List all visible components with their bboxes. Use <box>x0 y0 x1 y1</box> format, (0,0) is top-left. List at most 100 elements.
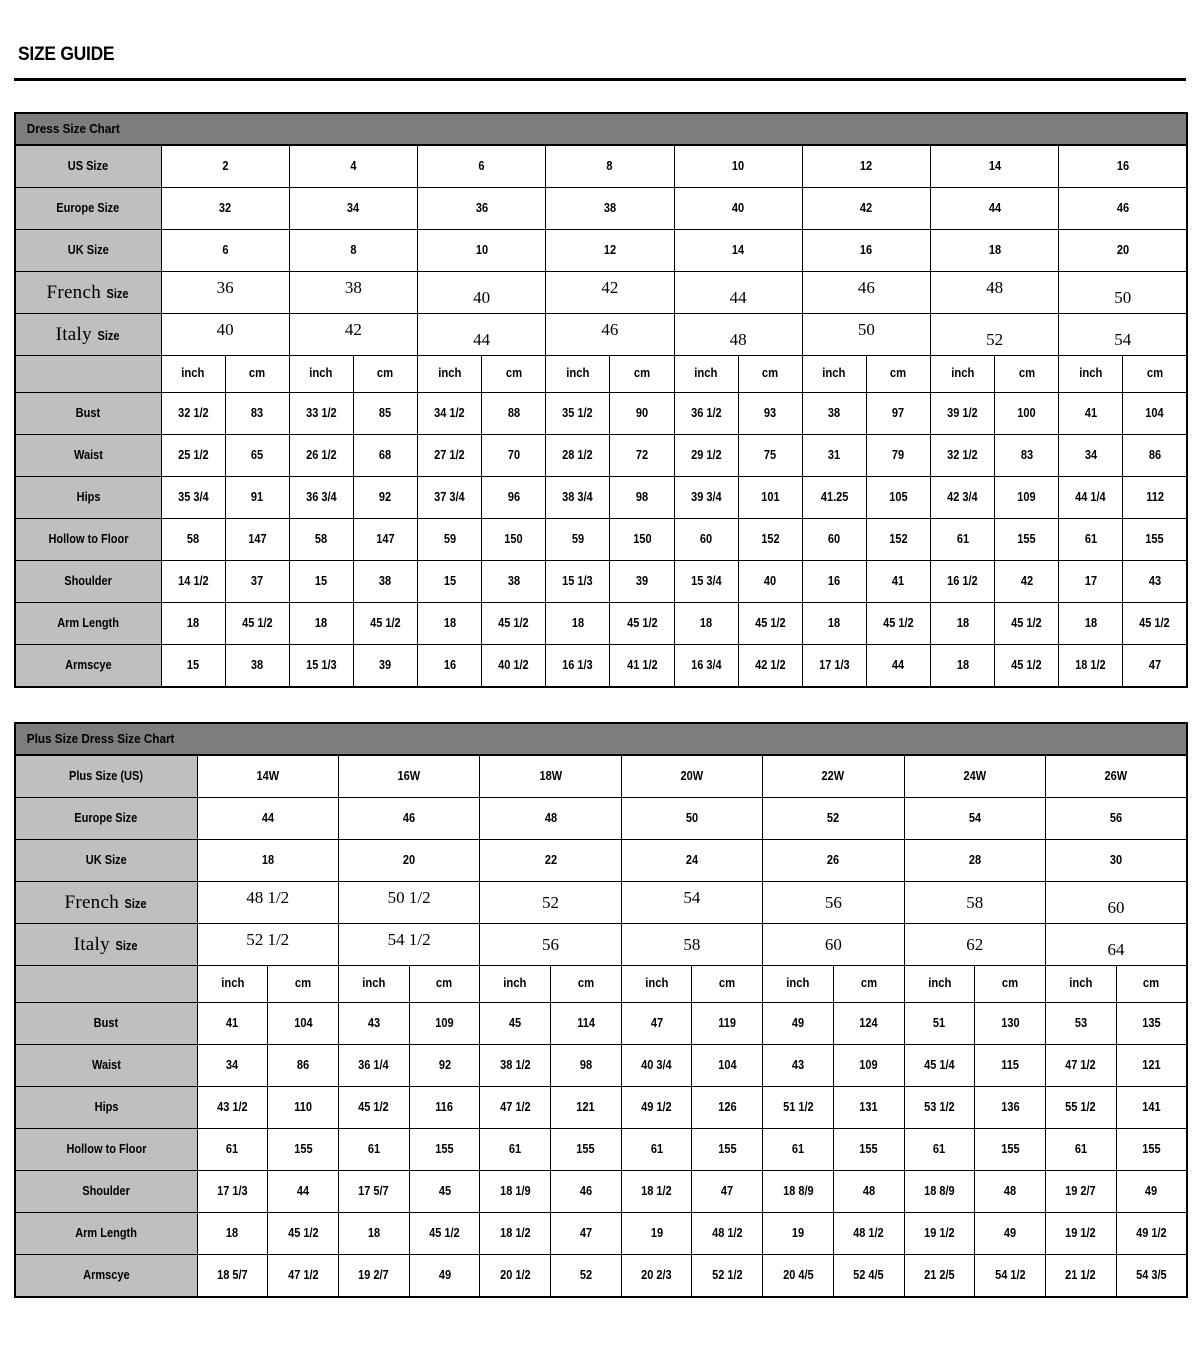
measurement-cell: 33 1/2 <box>288 392 354 435</box>
measurement-cell: 92 <box>352 476 419 519</box>
size-cell-value: 42 <box>344 319 362 339</box>
measurement-cell: 155 <box>267 1128 339 1171</box>
measurement-cell: 86 <box>1122 434 1188 477</box>
size-cell: 46 <box>337 797 481 840</box>
row-label: Europe Size <box>14 187 162 230</box>
measurement-value: 44 <box>296 1183 310 1198</box>
measurement-cell: 37 3/4 <box>416 476 483 519</box>
size-cell-value: 14 <box>988 158 1001 173</box>
measurement-value: 45 1/2 <box>287 1225 319 1240</box>
measurement-value: 83 <box>1020 447 1033 462</box>
measurement-value: 55 1/2 <box>1065 1099 1097 1114</box>
measurement-cell: 135 <box>1115 1002 1188 1045</box>
measurement-value: 155 <box>1000 1141 1020 1156</box>
size-cell-value: 26W <box>1104 768 1128 783</box>
measurement-value: 90 <box>635 405 649 420</box>
measurement-cell: 141 <box>1115 1086 1188 1129</box>
measurement-cell: 49 1/2 <box>1115 1212 1188 1255</box>
measurement-cell: 41 <box>865 560 932 603</box>
measurement-cell: 42 1/2 <box>737 644 803 688</box>
size-cell-value: 34 <box>347 200 360 215</box>
size-cell-value: 22W <box>822 768 845 783</box>
measurement-cell: 16 1/3 <box>545 644 611 688</box>
unit-header-cell: cm <box>865 355 932 393</box>
measurement-cell: 34 <box>1058 434 1124 477</box>
measurement-value: 18 5/7 <box>217 1267 248 1282</box>
measurement-value: 155 <box>718 1141 737 1156</box>
size-cell: 56 <box>479 923 622 966</box>
measurement-value: 36 1/2 <box>690 405 722 420</box>
measurement-value: 40 3/4 <box>641 1057 672 1072</box>
size-cell-value: 54 1/2 <box>387 929 431 949</box>
measurement-cell: 72 <box>609 434 675 477</box>
size-cell: 26 <box>762 839 905 882</box>
measurement-value: 97 <box>892 405 905 420</box>
size-cell: 6 <box>160 229 290 272</box>
measurement-cell: 45 1/2 <box>337 1086 410 1129</box>
unit-header-cell: inch <box>1058 355 1124 393</box>
measurement-value: 18 1/2 <box>1075 657 1107 672</box>
size-cell: 26W <box>1044 754 1188 798</box>
row-label-text: Hollow to Floor <box>48 531 129 546</box>
row-label-text: US Size <box>68 158 109 173</box>
measurement-value: 26 1/2 <box>306 447 337 462</box>
measurement-cell: 14 1/2 <box>160 560 226 603</box>
measurement-value: 45 1/2 <box>754 615 786 630</box>
measurement-value: 34 <box>1084 447 1097 462</box>
measurement-value: 43 <box>791 1057 805 1072</box>
measurement-value: 79 <box>892 447 905 462</box>
size-cell-value: 60 <box>1107 897 1125 917</box>
measurement-cell: 45 1/2 <box>224 602 290 645</box>
measurement-cell: 155 <box>974 1128 1046 1171</box>
row-label-text: Shoulder <box>82 1183 131 1198</box>
size-cell: 60 <box>762 923 905 966</box>
measurement-value: 44 <box>892 657 905 672</box>
measurement-value: 45 1/2 <box>883 615 914 630</box>
size-cell-value: 20W <box>680 768 704 783</box>
measurement-cell: 70 <box>481 434 547 477</box>
measurement-value: 70 <box>507 447 520 462</box>
measurement-value: 16 3/4 <box>690 657 722 672</box>
measurement-value: 51 1/2 <box>782 1099 814 1114</box>
measurement-value: 38 <box>251 657 264 672</box>
measurement-cell: 41.25 <box>801 476 867 519</box>
measurement-cell: 16 1/2 <box>929 560 996 603</box>
table-row: Arm Length 18 45 1/2 18 45 1/2 18 45 1/2 18 45 1… <box>14 602 1188 645</box>
unit-header-cell: inch <box>1044 965 1117 1003</box>
size-cell-value: 14 <box>732 242 745 257</box>
measurement-cell: 100 <box>994 392 1060 435</box>
measurement-cell: 59 <box>545 518 611 561</box>
measurement-value: 15 <box>315 573 328 588</box>
measurement-cell: 18 <box>545 602 611 645</box>
measurement-value: 68 <box>379 447 392 462</box>
dress-size-chart-table: Dress Size Chart US Size 2 4 6 8 10 12 14 16 Europ… <box>14 112 1189 688</box>
size-cell-value: 44 <box>261 810 274 825</box>
row-label: Shoulder <box>14 1170 198 1213</box>
measurement-value: 147 <box>248 531 267 546</box>
measurement-cell: 42 <box>994 560 1060 603</box>
size-cell: 44 <box>673 271 803 314</box>
measurement-value: 18 <box>699 615 713 630</box>
measurement-value: 88 <box>507 405 520 420</box>
measurement-value: 38 3/4 <box>562 489 594 504</box>
measurement-cell: 52 4/5 <box>832 1254 905 1298</box>
unit-header-cell: cm <box>737 355 803 393</box>
size-cell-value: 46 <box>857 277 875 297</box>
size-cell-value: 10 <box>475 242 488 257</box>
unit-label: inch <box>645 976 669 991</box>
size-cell-value: 30 <box>1109 852 1123 867</box>
measurement-value: 155 <box>435 1141 454 1156</box>
measurement-cell: 19 2/7 <box>337 1254 410 1298</box>
measurement-cell: 61 <box>1058 518 1124 561</box>
size-cell: 56 <box>762 881 905 924</box>
measurement-cell: 61 <box>762 1128 834 1171</box>
measurement-cell: 45 1/2 <box>352 602 419 645</box>
measurement-cell: 20 4/5 <box>762 1254 834 1298</box>
measurement-cell: 21 2/5 <box>903 1254 976 1298</box>
size-cell-value: 16 <box>860 242 873 257</box>
measurement-value: 61 <box>650 1141 663 1156</box>
size-cell: 44 <box>416 313 547 356</box>
measurement-cell: 45 1/2 <box>408 1212 481 1255</box>
unit-header-cell: inch <box>762 965 834 1003</box>
size-cell: 50 <box>1058 271 1188 314</box>
